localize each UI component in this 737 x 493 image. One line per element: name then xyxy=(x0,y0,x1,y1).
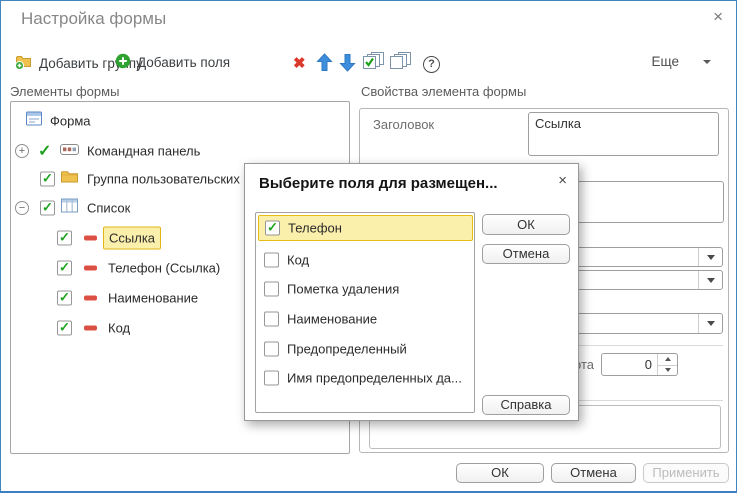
dialog-title: Выберите поля для размещен... xyxy=(259,175,498,192)
select-fields-dialog: Выберите поля для размещен... × ✓ Телефо… xyxy=(244,163,579,421)
list-item-label: Телефон xyxy=(288,221,342,236)
combo-caret-icon[interactable] xyxy=(698,248,722,266)
check-icon: ✓ xyxy=(58,231,71,244)
checkbox-checked[interactable]: ✓ xyxy=(57,261,72,276)
stepper-up-icon[interactable] xyxy=(658,354,677,365)
list-item-code[interactable]: Код xyxy=(256,245,474,274)
expand-plus-icon[interactable]: + xyxy=(15,144,29,158)
checkbox-unchecked[interactable] xyxy=(264,370,279,385)
stepper-down-icon[interactable] xyxy=(658,365,677,376)
tree-row-command-bar[interactable]: + ✓ Командная панель xyxy=(11,137,349,165)
dialog-ok-button[interactable]: ОК xyxy=(482,214,570,235)
move-up-icon[interactable] xyxy=(316,53,333,72)
help-icon[interactable]: ? xyxy=(423,56,440,73)
delete-icon[interactable]: ✖ xyxy=(293,54,306,72)
footer-ok-button[interactable]: ОК xyxy=(456,463,544,483)
uncheck-all-icon[interactable] xyxy=(389,51,412,72)
element-properties-heading: Свойства элемента формы xyxy=(361,84,526,99)
chevron-down-icon xyxy=(703,60,711,64)
tree-label: Группа пользовательских xyxy=(87,172,240,187)
command-bar-icon xyxy=(60,142,79,160)
check-icon: ✓ xyxy=(41,201,54,214)
field-dash-icon xyxy=(84,326,97,331)
add-fields-label: Добавить поля xyxy=(137,55,230,70)
footer-apply-button: Применить xyxy=(643,463,729,483)
fields-listbox: ✓ Телефон Код Пометка удаления Наименова… xyxy=(255,212,475,413)
list-item-label: Имя предопределенных да... xyxy=(287,370,462,385)
list-item-deletion-mark[interactable]: Пометка удаления xyxy=(256,274,474,303)
tree-label: Командная панель xyxy=(87,144,200,159)
dialog-help-button[interactable]: Справка xyxy=(482,395,570,415)
checkbox-checked[interactable]: ✓ xyxy=(57,321,72,336)
check-all-icon[interactable] xyxy=(362,51,385,72)
field-dash-icon xyxy=(84,236,97,241)
check-icon: ✓ xyxy=(266,221,279,234)
tree-row-form[interactable]: Форма xyxy=(11,107,349,135)
check-icon: ✓ xyxy=(41,172,54,185)
height-value: 0 xyxy=(606,357,652,372)
more-button[interactable]: Еще xyxy=(652,54,711,69)
window-close-icon[interactable]: × xyxy=(713,7,723,27)
tree-label-selected: Ссылка xyxy=(103,227,161,250)
list-item-predefined-data-name[interactable]: Имя предопределенных да... xyxy=(256,363,474,392)
tree-label: Телефон (Ссылка) xyxy=(108,261,220,276)
dialog-cancel-button[interactable]: Отмена xyxy=(482,244,570,264)
checkbox-checked[interactable]: ✓ xyxy=(57,231,72,246)
field-dash-icon xyxy=(84,266,97,271)
form-settings-window: Настройка формы × Добавить группу Добави… xyxy=(0,0,737,493)
tree-label: Список xyxy=(87,201,130,216)
checkbox-unchecked[interactable] xyxy=(264,252,279,267)
dialog-close-icon[interactable]: × xyxy=(558,172,567,189)
tree-label: Код xyxy=(108,321,130,336)
stepper-buttons[interactable] xyxy=(657,354,677,375)
list-item-predefined[interactable]: Предопределенный xyxy=(256,334,474,363)
checkbox-unchecked[interactable] xyxy=(264,311,279,326)
table-icon xyxy=(61,199,78,218)
form-icon xyxy=(26,112,42,131)
height-property-stepper[interactable]: 0 xyxy=(601,353,678,376)
check-icon: ✓ xyxy=(58,291,71,304)
more-label: Еще xyxy=(652,54,679,69)
add-group-icon xyxy=(15,53,33,73)
move-down-icon[interactable] xyxy=(339,53,356,72)
list-item-phone[interactable]: ✓ Телефон xyxy=(258,215,473,241)
list-item-label: Наименование xyxy=(287,311,377,326)
header-property-label: Заголовок xyxy=(373,117,434,132)
list-item-label: Код xyxy=(287,252,309,267)
tree-label: Форма xyxy=(50,114,91,129)
tree-label: Наименование xyxy=(108,291,198,306)
check-icon: ✓ xyxy=(58,261,71,274)
footer-cancel-button[interactable]: Отмена xyxy=(551,463,636,483)
checkbox-checked[interactable]: ✓ xyxy=(40,172,55,187)
checkbox-checked[interactable]: ✓ xyxy=(57,291,72,306)
list-item-label: Пометка удаления xyxy=(287,281,399,296)
checkbox-checked[interactable]: ✓ xyxy=(40,201,55,216)
add-fields-button[interactable]: Добавить поля xyxy=(115,53,230,72)
folder-icon xyxy=(61,170,78,188)
collapse-minus-icon[interactable]: − xyxy=(15,201,29,215)
header-property-input[interactable]: Ссылка xyxy=(528,112,719,156)
field-dash-icon xyxy=(84,296,97,301)
form-elements-heading: Элементы формы xyxy=(10,84,119,99)
window-title: Настройка формы xyxy=(21,9,166,29)
checkbox-unchecked[interactable] xyxy=(264,281,279,296)
add-fields-icon xyxy=(115,53,131,72)
combo-caret-icon[interactable] xyxy=(698,314,722,333)
list-item-name[interactable]: Наименование xyxy=(256,304,474,333)
check-icon: ✓ xyxy=(58,321,71,334)
visibility-check-icon[interactable]: ✓ xyxy=(38,141,51,161)
checkbox-checked[interactable]: ✓ xyxy=(265,221,280,236)
combo-caret-icon[interactable] xyxy=(698,271,722,289)
checkbox-unchecked[interactable] xyxy=(264,341,279,356)
list-item-label: Предопределенный xyxy=(287,341,407,356)
